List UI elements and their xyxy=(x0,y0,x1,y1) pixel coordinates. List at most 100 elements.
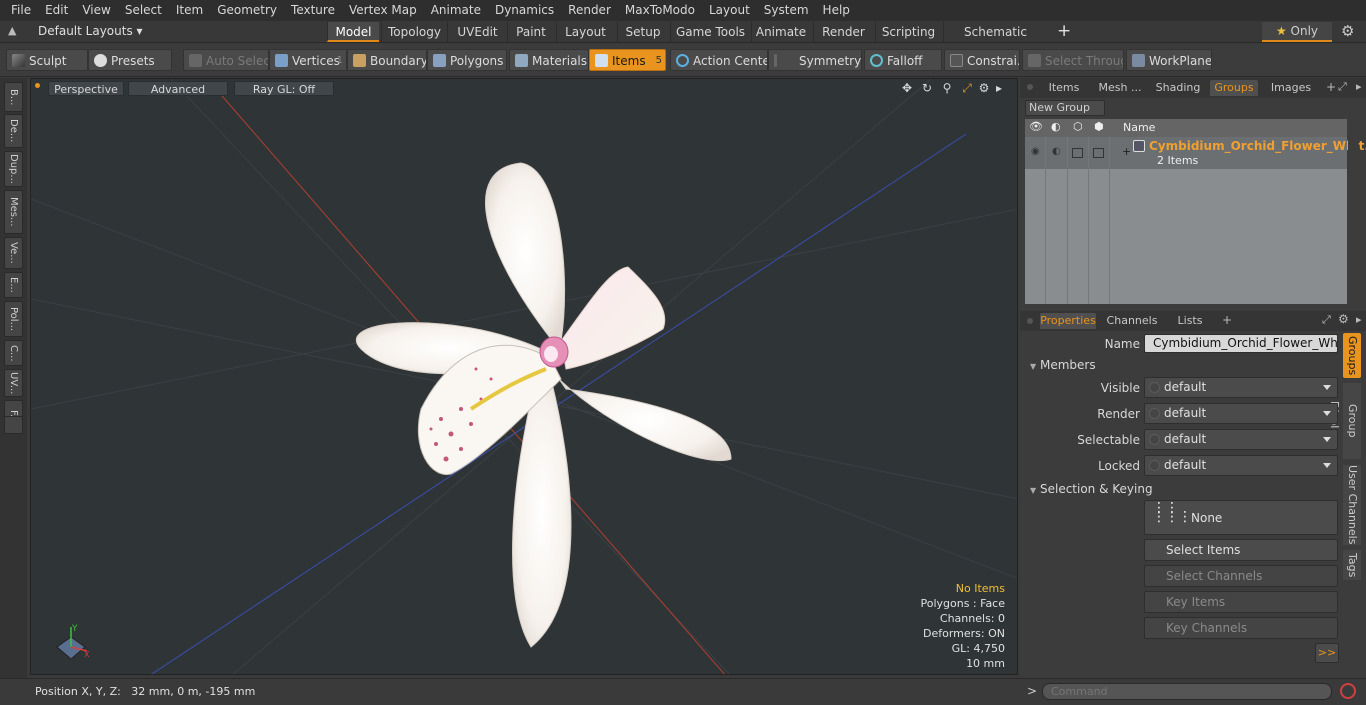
symmetry-button[interactable]: Symmetry xyxy=(768,49,862,71)
layout-tab-game-tools[interactable]: Game Tools xyxy=(670,22,750,42)
layout-tab-paint[interactable]: Paint xyxy=(507,22,554,42)
panel-tab-images[interactable]: Images xyxy=(1266,80,1316,96)
boundary-button[interactable]: Boundary xyxy=(347,49,427,71)
menu-view[interactable]: View xyxy=(75,0,117,21)
select-items-button[interactable]: Select Items xyxy=(1144,539,1338,561)
row-lock-checkbox[interactable] xyxy=(1093,148,1104,158)
vertices-button[interactable]: Vertices 1 xyxy=(269,49,347,71)
menu-animate[interactable]: Animate xyxy=(424,0,488,21)
left-tab-extra[interactable] xyxy=(4,416,23,434)
menu-help[interactable]: Help xyxy=(816,0,857,21)
layout-tab-scripting[interactable]: Scripting xyxy=(875,22,941,42)
menu-geometry[interactable]: Geometry xyxy=(210,0,284,21)
left-tab-4[interactable]: Ve... xyxy=(4,237,23,269)
render-dropdown[interactable]: default xyxy=(1144,403,1338,424)
props-more-icon[interactable]: ▸ xyxy=(1356,313,1362,326)
layout-tab-animate[interactable]: Animate xyxy=(751,22,810,42)
menu-edit[interactable]: Edit xyxy=(38,0,75,21)
menu-render[interactable]: Render xyxy=(561,0,618,21)
group-display-side-tab[interactable]: Group Display xyxy=(1328,383,1361,459)
menu-system[interactable]: System xyxy=(757,0,816,21)
locked-dropdown[interactable]: default xyxy=(1144,455,1338,476)
menu-vertex-map[interactable]: Vertex Map xyxy=(342,0,424,21)
raygl-button[interactable]: Ray GL: Off xyxy=(234,81,334,96)
viewport-expand-icon[interactable]: ▸ xyxy=(992,81,1006,95)
layout-tab-layout[interactable]: Layout xyxy=(556,22,614,42)
expand-plus-icon[interactable]: + xyxy=(1122,145,1131,158)
left-tab-0[interactable]: B... xyxy=(4,82,23,112)
more-button[interactable]: >> xyxy=(1315,643,1339,663)
name-field[interactable]: Cymbidium_Orchid_Flower_White (4) xyxy=(1144,334,1338,353)
row-render-icon[interactable]: ◐ xyxy=(1052,146,1061,157)
layout-tab-setup[interactable]: Setup xyxy=(617,22,668,42)
presets-button[interactable]: Presets xyxy=(88,49,172,71)
panel-more-icon[interactable]: ▸ xyxy=(1356,80,1362,93)
menu-maxtomodo[interactable]: MaxToModo xyxy=(618,0,702,21)
lock-icon[interactable]: ⬢ xyxy=(1094,120,1104,133)
panel-tab-mesh-[interactable]: Mesh ... xyxy=(1092,80,1148,96)
key-channels-button[interactable]: Key Channels xyxy=(1144,617,1338,639)
rotate-view-icon[interactable]: ↻ xyxy=(920,81,934,95)
menu-file[interactable]: File xyxy=(4,0,38,21)
group-row[interactable]: ◉ ◐ + Cymbidium_Orchid_Flower_Whit... 2 … xyxy=(1025,137,1366,169)
zoom-view-icon[interactable]: ⚲ xyxy=(940,81,954,95)
layout-tab-render[interactable]: Render xyxy=(813,22,873,42)
panel-expand-icon[interactable]: ⤢ xyxy=(1338,80,1347,94)
props-settings-icon[interactable]: ⚙ xyxy=(1338,312,1349,326)
maximize-view-icon[interactable]: ⤢ xyxy=(960,81,974,95)
list-scrollbar[interactable] xyxy=(1348,119,1358,304)
move-view-icon[interactable]: ✥ xyxy=(900,81,914,95)
menu-item[interactable]: Item xyxy=(169,0,210,21)
menu-texture[interactable]: Texture xyxy=(284,0,342,21)
select-channels-button[interactable]: Select Channels xyxy=(1144,565,1338,587)
layout-tab-topology[interactable]: Topology xyxy=(381,22,447,42)
visibility-eye-icon[interactable]: 👁 xyxy=(1029,120,1043,133)
auto-select-button[interactable]: Auto Select xyxy=(183,49,269,71)
3d-viewport[interactable]: Y X No Items Polygons : Face Channels: 0… xyxy=(30,78,1018,675)
user-channels-side-tab[interactable]: User Channels xyxy=(1343,465,1361,545)
record-macro-icon[interactable] xyxy=(1340,683,1356,699)
layout-arrow-icon[interactable]: ▲ xyxy=(8,24,16,37)
menu-select[interactable]: Select xyxy=(118,0,169,21)
command-input[interactable] xyxy=(1042,683,1332,700)
selectable-icon[interactable]: ⬡ xyxy=(1073,120,1083,133)
select-through-button[interactable]: Select Through xyxy=(1022,49,1124,71)
render-icon[interactable]: ◐ xyxy=(1051,120,1061,133)
viewport-menu-dot-icon[interactable] xyxy=(35,83,40,88)
viewport-settings-icon[interactable]: ⚙ xyxy=(977,81,991,95)
menu-layout[interactable]: Layout xyxy=(702,0,757,21)
action-center-button[interactable]: Action Center xyxy=(670,49,768,71)
selection-none-button[interactable]: ⋮⋮ ⋮⋮⋮ None xyxy=(1144,500,1338,535)
advanced-button[interactable]: Advanced xyxy=(128,81,228,96)
props-dot-icon[interactable] xyxy=(1027,318,1033,324)
add-panel-tab-icon[interactable]: + xyxy=(1326,80,1336,94)
props-expand-icon[interactable]: ⤢ xyxy=(1322,313,1331,327)
visible-dropdown[interactable]: default xyxy=(1144,377,1338,398)
left-tab-7[interactable]: C... xyxy=(4,340,23,366)
default-layouts-dropdown[interactable]: Default Layouts ▾ xyxy=(38,24,143,38)
constraints-button[interactable]: Constrai... xyxy=(944,49,1020,71)
sculpt-button[interactable]: Sculpt xyxy=(6,49,88,71)
perspective-button[interactable]: Perspective xyxy=(48,81,124,96)
row-selectable-checkbox[interactable] xyxy=(1072,148,1083,158)
left-tab-5[interactable]: E... xyxy=(4,272,23,298)
falloff-button[interactable]: Falloff xyxy=(864,49,942,71)
key-items-button[interactable]: Key Items xyxy=(1144,591,1338,613)
props-tab-lists[interactable]: Lists xyxy=(1166,313,1214,329)
materials-button[interactable]: Materials xyxy=(509,49,589,71)
add-props-tab-icon[interactable]: + xyxy=(1222,313,1232,327)
only-toggle[interactable]: ★ Only xyxy=(1262,22,1332,42)
polygons-button[interactable]: Polygons xyxy=(427,49,507,71)
row-visibility-icon[interactable]: ◉ xyxy=(1031,146,1040,157)
props-tab-channels[interactable]: Channels xyxy=(1104,313,1160,329)
left-tab-1[interactable]: De... xyxy=(4,114,23,148)
left-tab-2[interactable]: Dup... xyxy=(4,151,23,187)
selectable-dropdown[interactable]: default xyxy=(1144,429,1338,450)
new-group-button[interactable]: New Group xyxy=(1025,100,1105,116)
items-button[interactable]: Items 5 xyxy=(589,49,666,71)
workplane-button[interactable]: WorkPlane xyxy=(1126,49,1212,71)
tags-side-tab[interactable]: Tags xyxy=(1343,550,1361,580)
panel-dot-icon[interactable] xyxy=(1027,84,1033,90)
left-tab-3[interactable]: Mes... xyxy=(4,190,23,234)
settings-gear-icon[interactable]: ⚙ xyxy=(1341,22,1354,40)
